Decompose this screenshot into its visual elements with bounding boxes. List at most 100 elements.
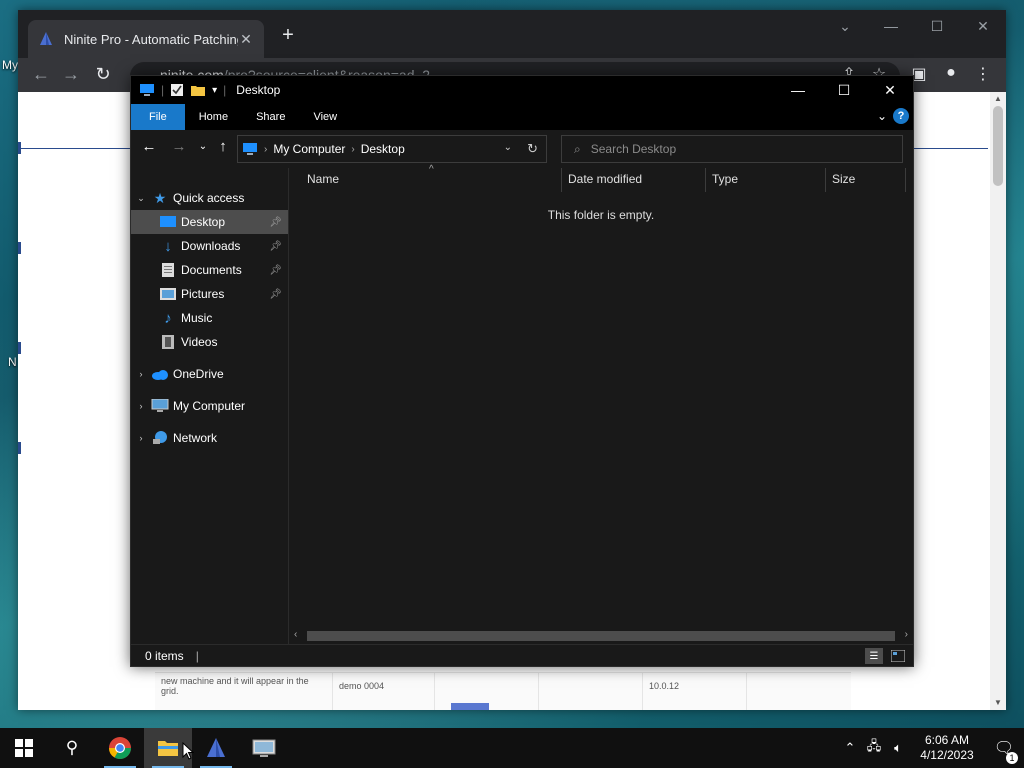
volume-icon[interactable]: 🔈︎ [886, 740, 910, 756]
status-bar [451, 703, 489, 710]
taskbar-remote-desktop[interactable] [240, 728, 288, 768]
breadcrumb-separator[interactable]: › [264, 144, 267, 155]
pin-icon[interactable]: 📌︎ [269, 217, 282, 228]
desktop-icon-label[interactable]: N [8, 355, 17, 369]
column-headers: ^ Name Date modified Type Size [289, 164, 913, 192]
close-icon[interactable]: ✕ [867, 76, 913, 104]
browser-tab[interactable]: Ninite Pro - Automatic Patching ✕ [28, 20, 264, 58]
network-icon[interactable]: 🖧︎ [862, 737, 886, 759]
pin-icon[interactable]: 📌︎ [269, 265, 282, 276]
forward-arrow-icon[interactable]: → [60, 64, 82, 85]
forward-arrow-icon[interactable]: → [169, 138, 189, 155]
details-view-icon[interactable]: ☰ [865, 648, 883, 664]
close-icon[interactable]: ✕ [960, 10, 1006, 42]
chevron-down-icon[interactable]: ⌄ [822, 10, 868, 42]
column-header-name[interactable]: Name [307, 172, 339, 186]
maximize-icon[interactable]: ☐ [821, 76, 867, 104]
nav-quick-access[interactable]: ⌄ ★ Quick access [131, 186, 288, 210]
address-bar[interactable]: › My Computer › Desktop ⌄ ↻ [237, 135, 547, 163]
nav-item-documents[interactable]: Documents 📌︎ [131, 258, 288, 282]
nav-item-downloads[interactable]: ↓ Downloads 📌︎ [131, 234, 288, 258]
cloud-icon [151, 366, 169, 382]
scrollbar-thumb[interactable] [307, 631, 895, 641]
taskbar-ninite[interactable] [192, 728, 240, 768]
taskbar-chrome[interactable] [96, 728, 144, 768]
nav-my-computer[interactable]: › My Computer [131, 394, 288, 418]
document-icon [159, 262, 177, 278]
nav-item-music[interactable]: ♪ Music [131, 306, 288, 330]
new-folder-icon[interactable] [190, 83, 206, 97]
chevron-right-icon[interactable]: › [131, 369, 151, 379]
search-icon: ⌕ [574, 141, 581, 156]
properties-check-icon[interactable] [170, 83, 184, 97]
breadcrumb-separator[interactable]: › [351, 144, 354, 155]
clock[interactable]: 6:06 AM 4/12/2023 [910, 733, 984, 763]
new-tab-button[interactable]: + [276, 24, 300, 47]
column-divider[interactable] [705, 168, 706, 192]
chevron-down-icon[interactable]: ⌄ [131, 193, 151, 204]
column-header-type[interactable]: Type [712, 172, 738, 186]
back-arrow-icon[interactable]: ← [139, 138, 159, 155]
customize-toolbar-icon[interactable]: ▾ [212, 85, 217, 96]
close-tab-icon[interactable]: ✕ [238, 31, 254, 48]
minimize-icon[interactable]: — [868, 10, 914, 42]
column-divider[interactable] [825, 168, 826, 192]
scroll-right-icon[interactable]: › [905, 629, 908, 640]
window-title: Desktop [236, 83, 281, 97]
recent-locations-icon[interactable]: ⌄ [193, 141, 213, 152]
large-icons-view-icon[interactable] [889, 648, 907, 664]
maximize-icon[interactable]: ☐ [914, 10, 960, 42]
nav-item-videos[interactable]: Videos [131, 330, 288, 354]
nav-item-pictures[interactable]: Pictures 📌︎ [131, 282, 288, 306]
column-header-size[interactable]: Size [832, 172, 855, 186]
scroll-down-icon[interactable]: ▼ [990, 696, 1006, 710]
grid-machine-name[interactable]: demo 0004 [333, 673, 435, 710]
nav-item-desktop[interactable]: Desktop 📌︎ [131, 210, 288, 234]
menu-kebab-icon[interactable]: ⋮ [972, 64, 994, 84]
ribbon-tabs: File Home Share View ⌄ ? [131, 104, 913, 130]
pin-icon[interactable]: 📌︎ [269, 241, 282, 252]
desktop-folder-icon [159, 214, 177, 230]
column-header-date-modified[interactable]: Date modified [568, 172, 642, 186]
start-button[interactable] [0, 728, 48, 768]
tab-home[interactable]: Home [185, 104, 242, 130]
scroll-left-icon[interactable]: ‹ [294, 629, 297, 640]
tab-view[interactable]: View [299, 104, 351, 130]
breadcrumb-my-computer[interactable]: My Computer [273, 142, 345, 156]
breadcrumb-desktop[interactable]: Desktop [361, 142, 405, 156]
file-list-pane[interactable]: ^ Name Date modified Type Size This fold… [289, 164, 913, 644]
desktop-icon-label[interactable]: My [2, 58, 18, 72]
horizontal-scrollbar[interactable]: ‹ › [289, 628, 913, 644]
column-divider[interactable] [905, 168, 906, 192]
up-arrow-icon[interactable]: ↑ [213, 138, 233, 155]
help-icon[interactable]: ? [893, 108, 909, 124]
nav-label: Pictures [181, 287, 225, 301]
chevron-up-icon[interactable]: ⌃ [838, 740, 862, 756]
chevron-right-icon[interactable]: › [131, 401, 151, 411]
tab-file[interactable]: File [131, 104, 185, 130]
scrollbar-thumb[interactable] [993, 106, 1003, 186]
search-button[interactable]: ⚲ [48, 728, 96, 768]
nav-network[interactable]: › Network [131, 426, 288, 450]
scroll-up-icon[interactable]: ▲ [990, 92, 1006, 106]
page-scrollbar[interactable]: ▲ ▼ [990, 92, 1006, 710]
minimize-icon[interactable]: — [775, 76, 821, 104]
tab-share[interactable]: Share [242, 104, 299, 130]
chevron-right-icon[interactable]: › [131, 433, 151, 443]
expand-ribbon-icon[interactable]: ⌄ [877, 109, 887, 123]
explorer-window-controls: — ☐ ✕ [775, 76, 913, 104]
chevron-down-icon[interactable]: ⌄ [504, 142, 512, 153]
item-count: 0 items [145, 648, 184, 663]
mouse-cursor-icon [182, 742, 194, 760]
search-input[interactable]: ⌕ Search Desktop [561, 135, 903, 163]
column-divider[interactable] [561, 168, 562, 192]
nav-onedrive[interactable]: › OneDrive [131, 362, 288, 386]
search-icon: ⚲ [65, 738, 79, 757]
taskbar: ⚲ ⌃ 🖧︎ 🔈︎ 6:06 AM 4/12/2023 🗨︎ 1 [0, 728, 1024, 768]
profile-icon[interactable]: ● [940, 64, 962, 82]
refresh-icon[interactable]: ↻ [527, 141, 538, 157]
back-arrow-icon[interactable]: ← [30, 64, 52, 85]
reload-icon[interactable]: ↻ [92, 64, 114, 85]
action-center-button[interactable]: 🗨︎ 1 [984, 738, 1024, 764]
pin-icon[interactable]: 📌︎ [269, 289, 282, 300]
